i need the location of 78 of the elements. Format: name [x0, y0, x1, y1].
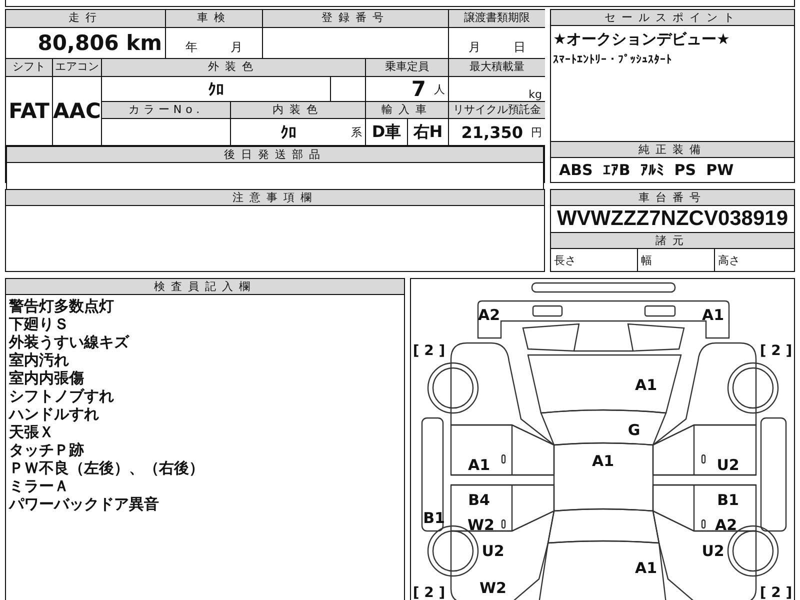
- damage-code: W2: [478, 580, 508, 596]
- shift-value: FAT: [8, 99, 50, 123]
- inspector-note-text: ハンドルすれ: [9, 405, 99, 423]
- damage-code: A1: [634, 377, 658, 393]
- color-number-label: カラーNo.: [102, 102, 230, 118]
- transfer-deadline-label: 譲渡書類期限: [449, 10, 545, 27]
- exterior-color-label: 外装色: [102, 59, 365, 76]
- inspector-note-text: パワーバックドア異音: [9, 495, 159, 513]
- steering-value: 右H: [413, 122, 443, 142]
- inspector-note-text: ＰＷ不良（左後）、（右後）: [9, 459, 204, 477]
- inspector-note-text: シフトノブすれ: [9, 387, 114, 405]
- damage-code: A2: [714, 517, 738, 533]
- capacity-value: 7: [411, 77, 426, 101]
- damage-code: U2: [480, 543, 506, 559]
- damage-code: A1: [590, 453, 616, 469]
- spec-field-label: 幅: [638, 249, 714, 271]
- shift-label: シフト: [6, 59, 52, 76]
- day-unit: 日: [514, 39, 526, 56]
- mileage-value: 80,806 km: [38, 31, 162, 55]
- spec-field-label: 高さ: [715, 249, 794, 271]
- air-conditioner-label: エアコン: [53, 59, 101, 76]
- sales-point-text: ｽﾏｰﾄｴﾝﾄﾘｰ・ﾌﾟｯｼｭｽﾀｰﾄ: [553, 53, 672, 66]
- max-load-unit: kg: [528, 88, 542, 101]
- month-unit: 月: [230, 39, 242, 56]
- spec-field-label: 長さ: [551, 249, 637, 271]
- chassis-number-label: 車台番号: [551, 190, 794, 205]
- damage-code: W2: [466, 517, 496, 533]
- capacity-label: 乗車定員: [366, 59, 448, 76]
- chassis-number-value: WVWZZZ7NZCV038919: [556, 207, 788, 231]
- recycling-fee-value: 21,350: [461, 122, 523, 142]
- inspector-note-text: 警告灯多数点灯: [9, 297, 114, 315]
- damage-code: B4: [467, 492, 491, 508]
- tire-tread-mark: [ 2 ]: [412, 343, 446, 359]
- inspector-note-text: 外装うすい線キズ: [9, 333, 129, 351]
- specifications-label: 諸元: [551, 233, 794, 248]
- equipment-item: ABS: [559, 161, 593, 179]
- month-unit: 月: [468, 39, 480, 56]
- tire-tread-mark: [ 2 ]: [412, 585, 446, 600]
- standard-equipment-label: 純正装備: [551, 142, 794, 157]
- interior-color-suffix: 系: [351, 124, 362, 140]
- sales-points-label: セールスポイント: [551, 10, 794, 25]
- damage-code: A1: [700, 307, 726, 323]
- inspector-note-text: 下廻りＳ: [9, 315, 69, 333]
- parts-shipped-later-label: 後日発送部品: [7, 147, 543, 162]
- damage-code: U2: [716, 457, 740, 473]
- recycling-fee-label: リサイクル預託金: [449, 102, 545, 118]
- interior-color-label: 内装色: [231, 102, 365, 118]
- registration-label: 登録番号: [263, 10, 448, 27]
- equipment-item: PW: [706, 161, 734, 179]
- dealer-car-value: D車: [372, 122, 402, 142]
- equipment-item: ｴｱB: [602, 161, 630, 179]
- damage-code: U2: [700, 543, 726, 559]
- damage-code: G: [626, 422, 642, 438]
- inspector-note-text: 室内内張傷: [9, 369, 84, 387]
- equipment-item: ｱﾙﾐ: [640, 161, 664, 179]
- notes-label: 注意事項欄: [6, 190, 544, 205]
- inspector-note-text: ミラーＡ: [9, 477, 69, 495]
- exterior-color-value: ｸﾛ: [208, 80, 224, 98]
- inspector-note-text: タッチＰ跡: [9, 441, 84, 459]
- damage-code: B1: [716, 492, 740, 508]
- tire-tread-mark: [ 2 ]: [758, 585, 794, 600]
- inspector-note-text: 室内汚れ: [9, 351, 69, 369]
- import-label: 輸入車: [366, 102, 448, 118]
- capacity-unit: 人: [434, 82, 445, 96]
- damage-code: A1: [634, 560, 658, 576]
- inspection-label: 車検: [166, 10, 262, 27]
- sales-point-text: ★オークションデビュー★: [553, 30, 730, 49]
- recycling-fee-unit: 円: [531, 124, 542, 140]
- inspector-note-text: 天張Ｘ: [9, 423, 54, 441]
- equipment-item: PS: [674, 161, 696, 179]
- year-unit: 年: [186, 39, 198, 56]
- max-load-label: 最大積載量: [449, 59, 545, 76]
- tire-tread-mark: [ 2 ]: [758, 343, 794, 359]
- air-conditioner-value: AAC: [53, 99, 101, 123]
- inspector-notes-label: 検査員記入欄: [6, 279, 404, 294]
- damage-code: A1: [466, 457, 492, 473]
- mileage-label: 走行: [6, 10, 165, 27]
- interior-color-value: ｸﾛ: [280, 122, 296, 142]
